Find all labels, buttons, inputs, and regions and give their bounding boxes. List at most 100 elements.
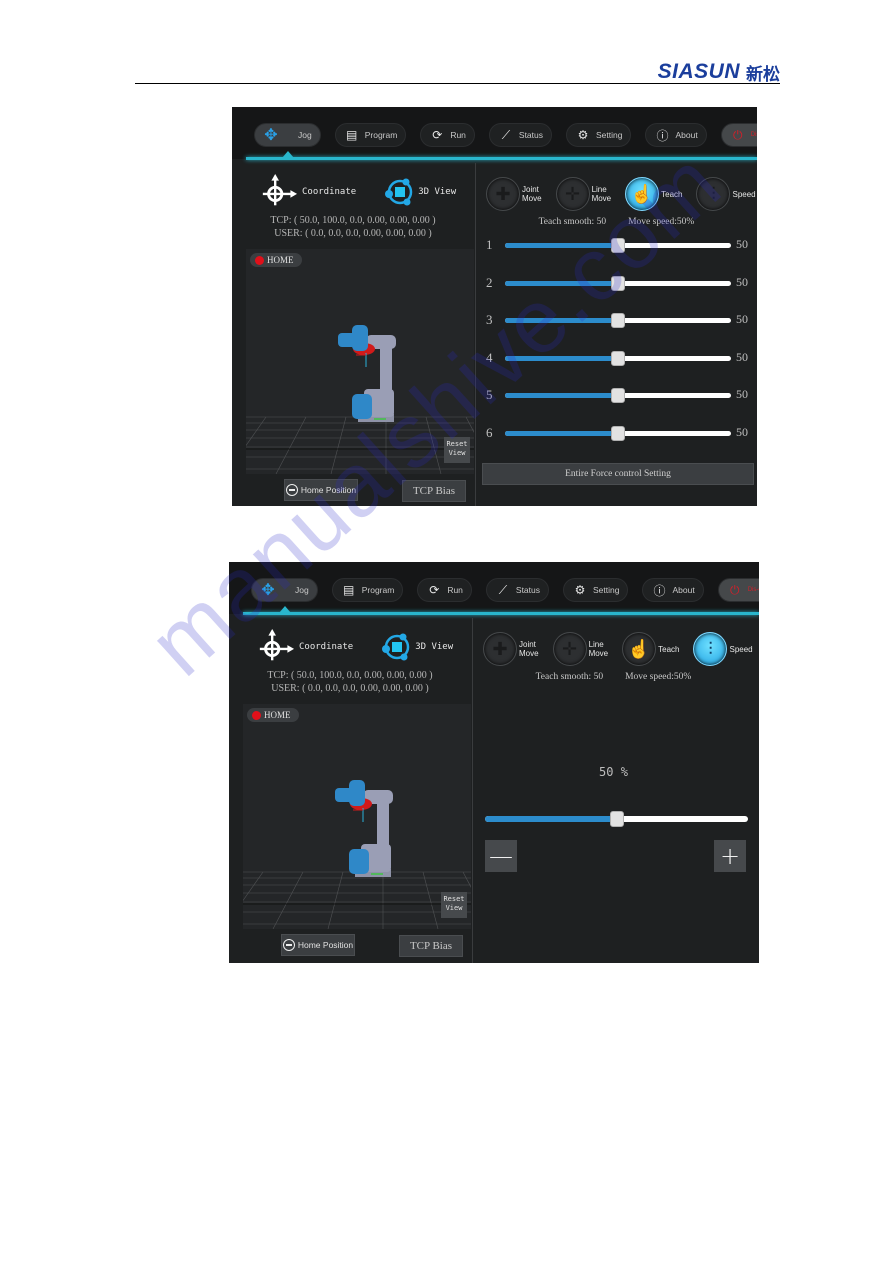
nav-bar: ✥ Jog ▤ Program ⟳ Run ⟋ Status ⚙ Setting ⓘ About ⏻ Di… [229,562,759,615]
nav-tab-jog[interactable]: ✥ Jog [254,123,321,147]
joint-number: 6 [486,424,493,440]
3d-view-icon [385,178,413,206]
speed-slider-thumb[interactable] [609,811,624,827]
home-position-label: Home Position [297,940,354,950]
nav-tab-label: Setting [596,130,623,140]
nav-tab-label: Jog [298,130,312,140]
reset-view-button[interactable]: Reset View [444,437,470,463]
joint-value: 50 [736,349,748,364]
3d-view-button[interactable]: 3D View [381,632,453,662]
nav-tab-jog[interactable]: ✥ Jog [251,578,318,602]
joint-slider-thumb[interactable] [611,425,625,441]
nav-tab-about[interactable]: ⓘ About [645,123,707,147]
coordinate-button[interactable]: Coordinate [257,628,353,666]
home-position-button[interactable]: Home Position [281,934,355,956]
joint-slider-fill [505,280,618,286]
tcp-bias-button[interactable]: TCP Bias [399,935,463,957]
3d-view-label: 3D View [415,642,454,652]
mode-label: Teach [658,645,679,654]
reset-view-button[interactable]: Reset View [441,892,467,918]
joint-slider-fill [505,243,618,248]
speed-decrease-button[interactable]: — [485,840,517,872]
nav-tab-status[interactable]: ⟋ Status [488,123,553,147]
joint-slider-thumb[interactable] [611,350,625,366]
joint-slider-row: 5 50 [476,385,757,405]
mode-speed[interactable]: ⫶ Speed [693,632,753,666]
joint-slider-thumb[interactable] [611,275,625,291]
screen-teach-mode: ✥ Jog ▤ Program ⟳ Run ⟋ Status ⚙ Setting ⓘ About ⏻ Di… [232,107,757,506]
joint-slider[interactable] [505,425,731,441]
home-status-dot [255,255,264,265]
line-move-icon: ✛ [552,632,587,666]
nav-tab-disconnect[interactable]: ⏻ Dis-connect [720,123,757,147]
right-panel: ✚ Joint Move ✛ Line Move ☝ Teach ⫶ Speed Teach sm… [476,163,757,506]
info-icon: ⓘ [656,128,669,143]
nav-bar: ✥ Jog ▤ Program ⟳ Run ⟋ Status ⚙ Setting ⓘ About ⏻ Di… [232,107,757,160]
minus-circle-icon [285,484,298,496]
reset-view-label-2: View [448,449,466,457]
robot-arm-model [335,780,393,877]
tcp-pose-readout: TCP: ( 50.0, 100.0, 0.0, 0.00, 0.00, 0.0… [270,215,436,226]
joint-slider[interactable] [505,388,731,403]
line-move-icon: ✛ [555,177,590,211]
joint-slider[interactable] [505,350,731,366]
speed-sliders-icon: ⫶ [693,632,728,666]
home-status-badge[interactable]: HOME [247,708,299,722]
user-pose-readout: USER: ( 0.0, 0.0, 0.0, 0.00, 0.00, 0.00 … [271,683,429,694]
home-position-button[interactable]: Home Position [284,479,358,501]
mode-label-line2: Move [588,649,609,658]
mode-teach[interactable]: ☝ Teach [625,177,682,211]
speed-slider[interactable] [485,811,748,827]
robot-3d-viewport[interactable]: HOME Reset View [243,704,471,929]
mode-label: Speed [729,645,752,654]
nav-tab-setting[interactable]: ⚙ Setting [566,123,632,147]
minus-circle-icon [282,939,295,951]
3d-view-button[interactable]: 3D View [384,177,456,207]
floor-grid [243,871,471,929]
mode-label: Teach [661,190,682,199]
joint-slider[interactable] [505,313,731,328]
user-pose-readout: USER: ( 0.0, 0.0, 0.0, 0.00, 0.00, 0.00 … [274,228,432,239]
floor-grid [246,416,474,474]
joint-slider-row: 3 50 [476,310,757,330]
force-control-setting-button[interactable]: Entire Force control Setting [482,463,754,485]
nav-tab-label: Setting [593,585,620,595]
mode-speed[interactable]: ⫶ Speed [696,177,756,211]
mode-line-move[interactable]: ✛ Line Move [555,177,611,211]
joint-value: 50 [736,237,748,251]
coordinate-crosshair-icon [259,628,295,661]
joint-slider[interactable] [505,238,731,253]
nav-tab-program[interactable]: ▤ Program [331,578,404,602]
mode-teach[interactable]: ☝ Teach [622,632,679,666]
nav-tab-about[interactable]: ⓘ About [642,578,704,602]
home-status-badge[interactable]: HOME [250,253,302,267]
mode-label: Line Move [589,640,609,658]
nav-tab-label: About [675,130,698,140]
mode-line-move[interactable]: ✛ Line Move [552,632,609,666]
mode-joint-move[interactable]: ✚ Joint Move [486,177,542,211]
nav-tab-setting[interactable]: ⚙ Setting [563,578,629,602]
nav-tab-program[interactable]: ▤ Program [334,123,407,147]
program-window-icon: ▤ [343,583,355,597]
speed-increase-button[interactable]: + [714,840,746,872]
joint-slider-thumb[interactable] [611,388,625,403]
tcp-bias-button[interactable]: TCP Bias [402,480,466,502]
mode-joint-move[interactable]: ✚ Joint Move [483,632,539,666]
nav-tab-disconnect[interactable]: ⏻ Dis-connect [717,578,759,602]
joint-slider[interactable] [505,275,731,291]
move-speed-readout: Move speed:50% [628,217,695,227]
reset-view-label-1: Reset [443,895,465,903]
nav-tab-run[interactable]: ⟳ Run [420,123,475,147]
nav-active-pointer [282,151,294,158]
joint-slider-thumb[interactable] [611,313,625,328]
teach-hand-icon: ☝ [625,177,660,211]
robot-3d-viewport[interactable]: HOME Reset View [246,249,474,474]
mode-label: Speed [732,190,755,199]
jog-mode-selector: ✚ Joint Move ✛ Line Move ☝ Teach ⫶ Speed [483,632,753,666]
nav-tab-status[interactable]: ⟋ Status [485,578,550,602]
nav-tab-run[interactable]: ⟳ Run [417,578,472,602]
joint-slider-thumb[interactable] [611,238,625,253]
coordinate-button[interactable]: Coordinate [260,173,356,211]
view-mode-row: Coordinate 3D View [260,173,456,211]
info-icon: ⓘ [653,583,666,598]
